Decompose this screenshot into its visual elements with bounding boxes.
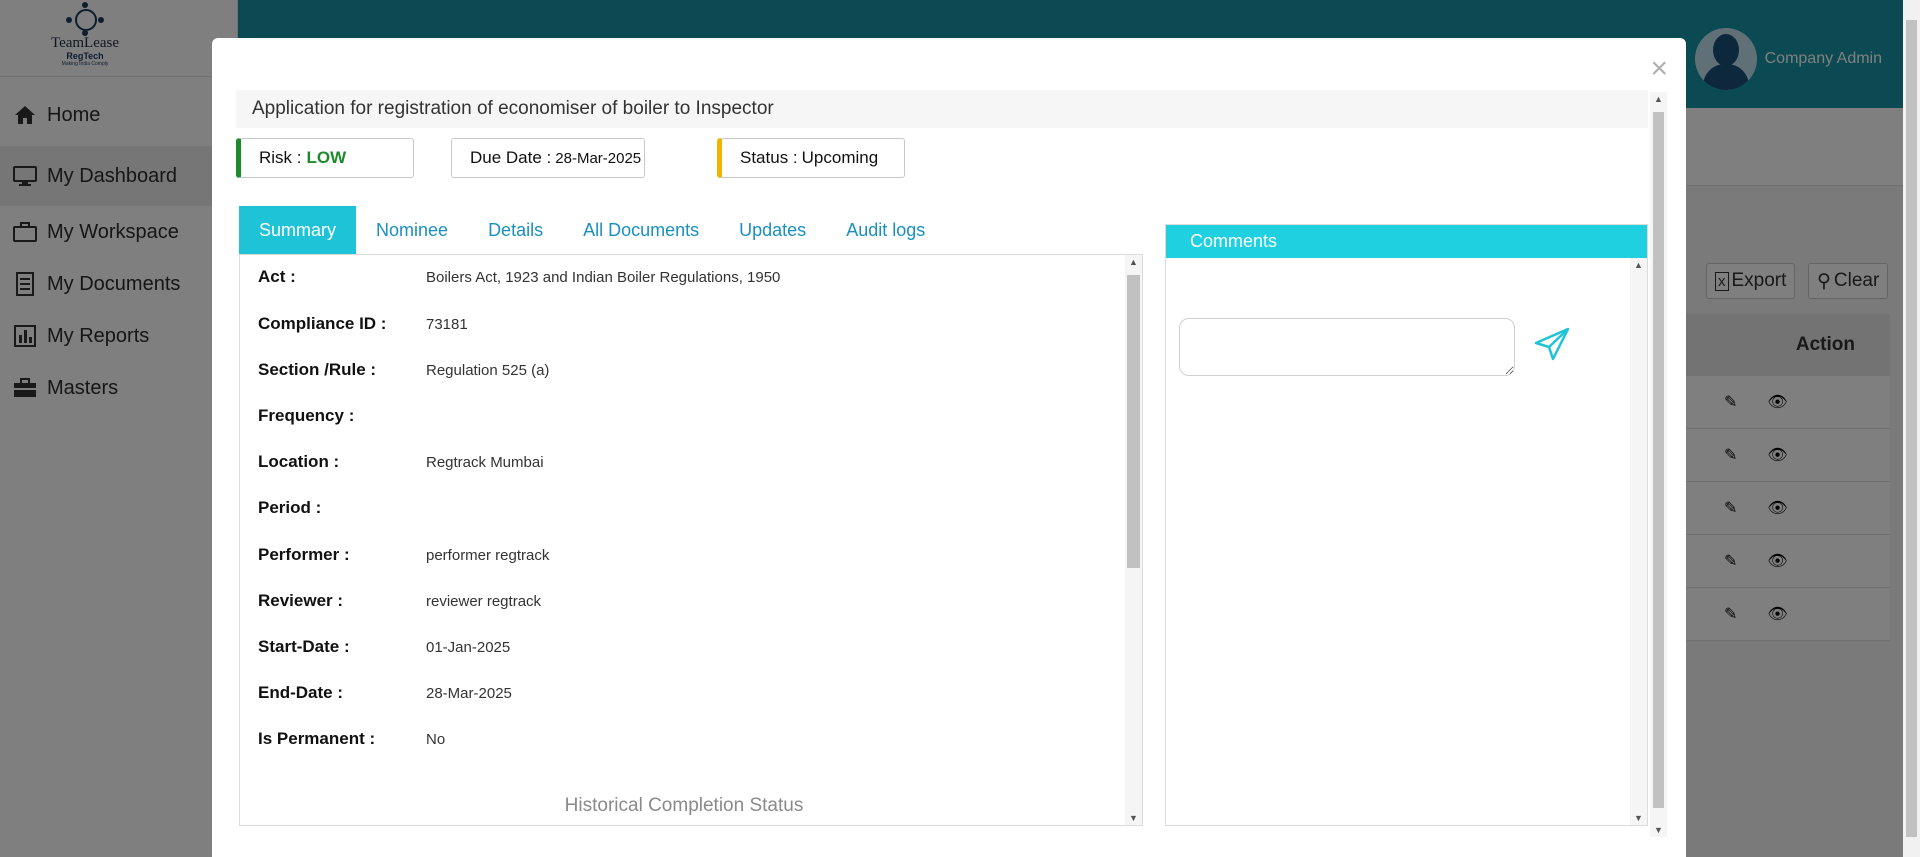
field-value: 28-Mar-2025 bbox=[426, 684, 512, 702]
tab-summary[interactable]: Summary bbox=[239, 206, 357, 254]
field-value: Regtrack Mumbai bbox=[426, 453, 544, 471]
scroll-down-icon[interactable]: ▼ bbox=[1654, 825, 1663, 835]
field-value: Boilers Act, 1923 and Indian Boiler Regu… bbox=[426, 268, 781, 286]
scroll-up-icon[interactable]: ▲ bbox=[1129, 257, 1138, 267]
field-label: End-Date : bbox=[258, 683, 343, 702]
field-performer: Performer : performer regtrack bbox=[258, 543, 549, 567]
scroll-up-icon[interactable]: ▲ bbox=[1654, 94, 1663, 104]
tab-updates[interactable]: Updates bbox=[719, 206, 826, 254]
field-label: Act : bbox=[258, 267, 296, 286]
modal-scrollbar[interactable]: ▲ ▼ bbox=[1650, 92, 1667, 837]
send-icon[interactable] bbox=[1533, 325, 1571, 363]
field-reviewer: Reviewer : reviewer regtrack bbox=[258, 589, 541, 613]
scroll-down-icon[interactable]: ▼ bbox=[1634, 813, 1643, 823]
tab-all-documents[interactable]: All Documents bbox=[563, 206, 719, 254]
scroll-down-icon[interactable]: ▼ bbox=[1129, 813, 1138, 823]
field-label: Reviewer : bbox=[258, 591, 344, 610]
risk-value: LOW bbox=[306, 148, 347, 167]
modal-title: Application for registration of economis… bbox=[236, 90, 1648, 128]
comment-input[interactable] bbox=[1179, 318, 1515, 376]
field-label: Start-Date : bbox=[258, 637, 350, 656]
field-frequency: Frequency : bbox=[258, 404, 426, 428]
field-location: Location : Regtrack Mumbai bbox=[258, 450, 544, 474]
detail-tabs: Summary Nominee Details All Documents Up… bbox=[239, 206, 945, 254]
comments-scrollbar[interactable]: ▲ ▼ bbox=[1630, 258, 1647, 825]
field-period: Period : bbox=[258, 496, 426, 520]
field-value: Regulation 525 (a) bbox=[426, 361, 550, 379]
compliance-detail-modal: × ▲ ▼ Application for registration of ec… bbox=[212, 38, 1686, 857]
field-section-rule: Section /Rule : Regulation 525 (a) bbox=[258, 358, 549, 382]
risk-badge: Risk : LOW bbox=[236, 138, 414, 178]
field-value: reviewer regtrack bbox=[426, 592, 542, 610]
summary-panel: Act : Boilers Act, 1923 and Indian Boile… bbox=[239, 254, 1143, 826]
field-is-permanent: Is Permanent : No bbox=[258, 727, 445, 751]
field-label: Frequency : bbox=[258, 406, 355, 425]
field-label: Is Permanent : bbox=[258, 729, 376, 748]
historical-completion-title: Historical Completion Status bbox=[564, 795, 804, 816]
field-act: Act : Boilers Act, 1923 and Indian Boile… bbox=[258, 265, 780, 289]
field-start-date: Start-Date : 01-Jan-2025 bbox=[258, 635, 510, 659]
status-label: Status : bbox=[740, 148, 798, 167]
field-label: Compliance ID : bbox=[258, 314, 387, 333]
comments-panel: Comments ▲ ▼ bbox=[1165, 224, 1648, 826]
field-label: Period : bbox=[258, 498, 322, 517]
comments-title: Comments bbox=[1166, 225, 1647, 258]
status-value: Upcoming bbox=[801, 148, 879, 167]
tab-details[interactable]: Details bbox=[468, 206, 563, 254]
field-value: performer regtrack bbox=[426, 546, 550, 564]
tab-audit-logs[interactable]: Audit logs bbox=[826, 206, 945, 254]
field-label: Section /Rule : bbox=[258, 360, 377, 379]
due-date-value: 28-Mar-2025 bbox=[555, 149, 642, 167]
tab-nominee[interactable]: Nominee bbox=[356, 206, 468, 254]
status-badge: Status : Upcoming bbox=[717, 138, 905, 178]
due-date-badge: Due Date : 28-Mar-2025 bbox=[451, 138, 645, 178]
field-value: No bbox=[426, 730, 446, 748]
field-label: Location : bbox=[258, 452, 340, 471]
field-label: Performer : bbox=[258, 545, 350, 564]
summary-scrollbar[interactable]: ▲ ▼ bbox=[1125, 255, 1142, 825]
field-value: 01-Jan-2025 bbox=[426, 638, 511, 656]
risk-label: Risk : bbox=[259, 148, 302, 167]
field-value: 73181 bbox=[426, 315, 468, 333]
scroll-up-icon[interactable]: ▲ bbox=[1634, 260, 1643, 270]
field-compliance-id: Compliance ID : 73181 bbox=[258, 312, 468, 336]
due-date-label: Due Date : bbox=[470, 148, 552, 167]
close-icon[interactable]: × bbox=[1650, 54, 1668, 84]
page-scrollbar[interactable] bbox=[1903, 0, 1920, 857]
field-end-date: End-Date : 28-Mar-2025 bbox=[258, 681, 512, 705]
